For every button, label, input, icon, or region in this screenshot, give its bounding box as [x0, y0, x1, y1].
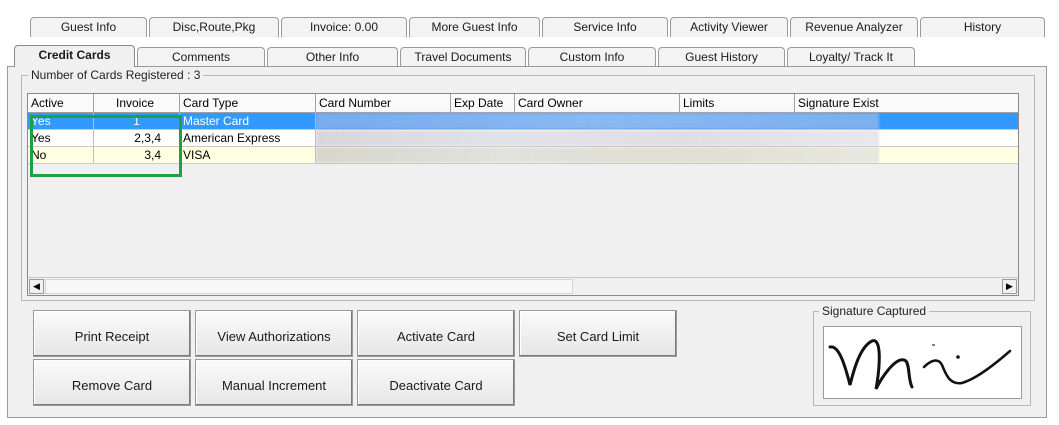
tab-comments[interactable]: Comments	[137, 47, 265, 67]
table-row[interactable]: Yes 2,3,4 American Express	[28, 130, 1018, 147]
cell-invoice: 2,3,4	[94, 130, 180, 146]
cards-registered-label: Number of Cards Registered : 3	[28, 68, 204, 82]
col-header-card-number[interactable]: Card Number	[316, 94, 451, 112]
remove-card-label: Remove Card	[71, 378, 153, 393]
redacted-card-details	[316, 147, 879, 163]
print-receipt-label: Print Receipt	[74, 329, 150, 344]
horizontal-scrollbar[interactable]: ◀ ▶	[28, 277, 1018, 295]
redacted-card-details	[316, 113, 879, 129]
tab-loyalty-track-it[interactable]: Loyalty/ Track It	[787, 47, 915, 67]
manual-increment-label: Manual Increment	[221, 378, 327, 393]
redacted-card-details	[316, 130, 879, 146]
col-header-limits[interactable]: Limits	[680, 94, 795, 112]
tab-credit-cards[interactable]: Credit Cards	[14, 45, 135, 67]
tab-travel-documents[interactable]: Travel Documents	[400, 47, 526, 67]
print-receipt-button[interactable]: Print Receipt	[33, 310, 191, 357]
tab-revenue-analyzer[interactable]: Revenue Analyzer	[790, 17, 918, 37]
cell-active: Yes	[28, 130, 94, 146]
cell-active: No	[28, 147, 94, 163]
remove-card-button[interactable]: Remove Card	[33, 359, 191, 406]
tab-guest-info[interactable]: Guest Info	[30, 17, 147, 37]
scroll-left-icon[interactable]: ◀	[29, 279, 44, 294]
tab-custom-info[interactable]: Custom Info	[528, 47, 656, 67]
table-row[interactable]: Yes 1 Master Card	[28, 113, 1018, 130]
deactivate-card-label: Deactivate Card	[389, 378, 483, 393]
grid-header: Active Invoice Card Type Card Number Exp…	[28, 94, 1018, 113]
tab-guest-history[interactable]: Guest History	[658, 47, 785, 67]
view-authorizations-button[interactable]: View Authorizations	[195, 310, 353, 357]
deactivate-card-button[interactable]: Deactivate Card	[357, 359, 515, 406]
set-card-limit-label: Set Card Limit	[556, 329, 640, 344]
col-header-signature-exist[interactable]: Signature Exist	[795, 94, 1018, 112]
activate-card-label: Activate Card	[396, 329, 476, 344]
signature-drawing	[828, 339, 1012, 390]
set-card-limit-button[interactable]: Set Card Limit	[519, 310, 677, 357]
tab-service-info[interactable]: Service Info	[542, 17, 668, 37]
cell-invoice: 3,4	[94, 147, 180, 163]
cell-card-type: American Express	[180, 130, 316, 146]
table-row[interactable]: No 3,4 VISA	[28, 147, 1018, 164]
activate-card-button[interactable]: Activate Card	[357, 310, 515, 357]
manual-increment-button[interactable]: Manual Increment	[195, 359, 353, 406]
tab-activity-viewer[interactable]: Activity Viewer	[670, 17, 788, 37]
col-header-card-owner[interactable]: Card Owner	[515, 94, 680, 112]
tab-more-guest-info[interactable]: More Guest Info	[409, 17, 540, 37]
cell-active: Yes	[28, 113, 94, 129]
tab-disc-route-pkg[interactable]: Disc,Route,Pkg	[149, 17, 279, 37]
cell-invoice: 1	[94, 113, 180, 129]
tab-invoice[interactable]: Invoice: 0.00	[281, 17, 407, 37]
cell-card-type: VISA	[180, 147, 316, 163]
col-header-card-type[interactable]: Card Type	[180, 94, 316, 112]
col-header-invoice[interactable]: Invoice	[94, 94, 180, 112]
tab-other-info[interactable]: Other Info	[267, 47, 398, 67]
signature-captured-label: Signature Captured	[819, 304, 930, 318]
col-header-exp-date[interactable]: Exp Date	[451, 94, 515, 112]
scroll-right-icon[interactable]: ▶	[1002, 279, 1017, 294]
cell-card-type: Master Card	[180, 113, 316, 129]
scroll-thumb[interactable]	[45, 279, 573, 294]
tab-history[interactable]: History	[920, 17, 1045, 37]
credit-cards-grid[interactable]: Active Invoice Card Type Card Number Exp…	[27, 93, 1019, 296]
col-header-active[interactable]: Active	[28, 94, 94, 112]
view-authorizations-label: View Authorizations	[217, 329, 331, 344]
signature-groupbox: Signature Captured	[813, 304, 1031, 406]
signature-image	[823, 326, 1022, 399]
